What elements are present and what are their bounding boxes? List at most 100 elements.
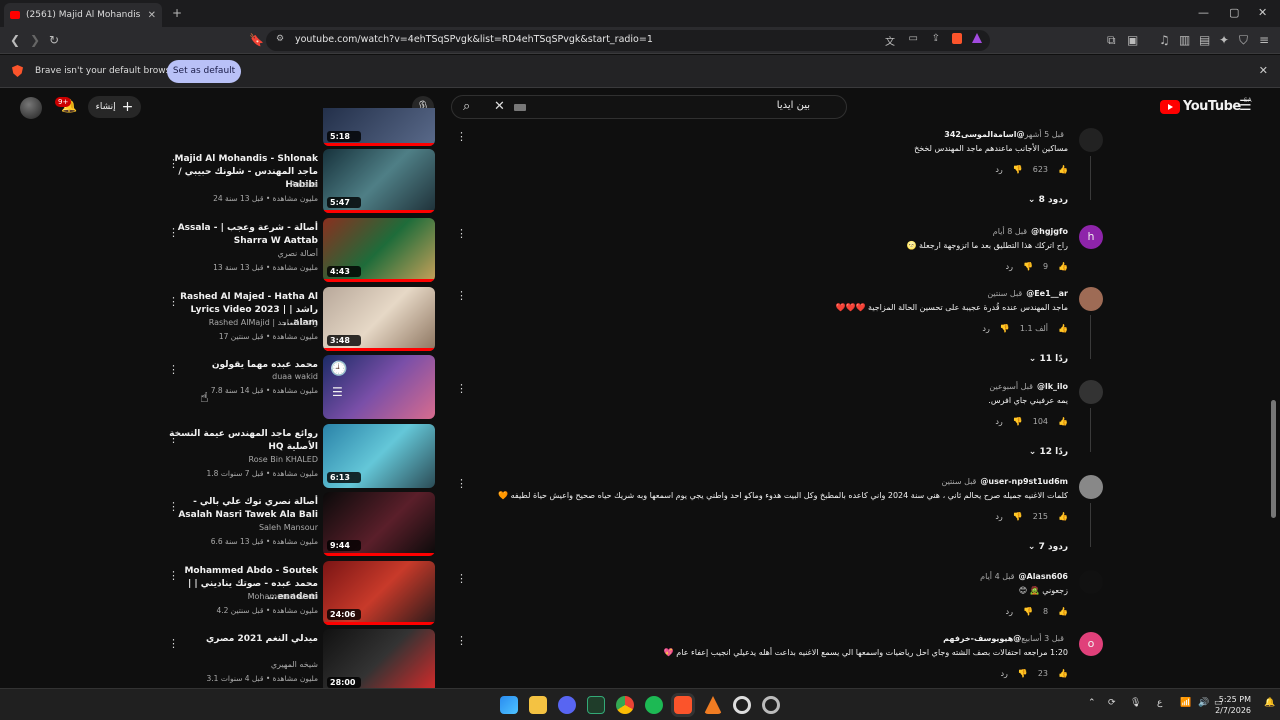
- more-actions-icon[interactable]: ⋮: [168, 500, 179, 513]
- up-next-item[interactable]: 🕘 ☰ محمد عبده مهما يقولون duaa wakid 7.8 ملي…: [160, 355, 440, 419]
- tray-overflow-icon[interactable]: ⌃: [1088, 698, 1096, 708]
- search-box[interactable]: ⌕ ✕: [451, 95, 847, 119]
- split-view-icon[interactable]: ▥: [1179, 33, 1190, 47]
- brave-rewards-icon[interactable]: [972, 33, 982, 43]
- wifi-icon[interactable]: 📶: [1180, 698, 1191, 708]
- forward-icon[interactable]: ❯: [30, 33, 40, 47]
- new-tab-icon[interactable]: +: [172, 6, 182, 20]
- channel-name[interactable]: Rotana: [290, 180, 318, 189]
- comment-author[interactable]: @اسامةالموسى342: [944, 130, 1024, 139]
- dislike-icon[interactable]: 👎: [1013, 417, 1023, 426]
- account-avatar[interactable]: [20, 97, 42, 119]
- search-icon[interactable]: ⌕: [463, 99, 470, 114]
- view-replies-button[interactable]: ⌄ 11 ردًا: [1029, 354, 1068, 364]
- like-icon[interactable]: 👍: [1058, 512, 1068, 521]
- comment-author[interactable]: @Ee1__ar: [1026, 289, 1068, 298]
- brave-taskbar-icon[interactable]: [674, 696, 692, 714]
- comment-time[interactable]: قبل 5 أشهر: [1024, 130, 1064, 139]
- bookmark-icon[interactable]: 🔖: [249, 33, 264, 47]
- chrome-icon[interactable]: [616, 696, 634, 714]
- comment-author[interactable]: @هيويوسف-خرفهم: [943, 634, 1021, 643]
- discord-icon[interactable]: [558, 696, 576, 714]
- page-scrollbar[interactable]: [1271, 400, 1276, 518]
- search-input[interactable]: [610, 100, 810, 111]
- translate-icon[interactable]: 文: [885, 33, 895, 48]
- more-actions-icon[interactable]: ⋮: [168, 295, 179, 308]
- reply-button[interactable]: رد: [1000, 669, 1007, 678]
- keyboard-icon[interactable]: [514, 104, 526, 111]
- view-replies-button[interactable]: ⌄ 12 ردًا: [1029, 447, 1068, 457]
- video-title[interactable]: أصالة - شرعة وعجب | - Assala Sharra W Aa…: [168, 222, 318, 248]
- file-explorer-icon[interactable]: [529, 696, 547, 714]
- commenter-avatar[interactable]: [1079, 475, 1103, 499]
- comment-author[interactable]: @Alasn606: [1019, 572, 1069, 581]
- reply-button[interactable]: رد: [982, 324, 989, 333]
- channel-name[interactable]: Mohammed Abdo: [248, 592, 318, 601]
- commenter-avatar[interactable]: [1079, 570, 1103, 594]
- create-button[interactable]: إنشاء +: [88, 96, 141, 118]
- terminal-icon[interactable]: [587, 696, 605, 714]
- comment-actions-icon[interactable]: ⋮: [456, 634, 467, 647]
- like-icon[interactable]: 👍: [1058, 324, 1068, 333]
- notification-center-icon[interactable]: 🔔: [1264, 698, 1275, 708]
- like-icon[interactable]: 👍: [1058, 607, 1068, 616]
- steam-icon[interactable]: [762, 696, 780, 714]
- comment-author[interactable]: @user-np9st1ud6m: [980, 477, 1068, 486]
- dislike-icon[interactable]: 👎: [1023, 262, 1033, 271]
- tray-mic-icon[interactable]: 🎙: [1130, 698, 1141, 708]
- comment-time[interactable]: قبل أسبوعين: [989, 382, 1033, 391]
- view-replies-button[interactable]: ⌄ 7 ردود: [1028, 542, 1068, 552]
- site-info-icon[interactable]: ⚙: [276, 34, 284, 44]
- dislike-icon[interactable]: 👎: [1018, 669, 1028, 678]
- keyboard-language[interactable]: ع: [1157, 698, 1162, 708]
- channel-name[interactable]: أصالة نصري: [277, 249, 318, 258]
- dislike-icon[interactable]: 👎: [1000, 324, 1010, 333]
- dislike-icon[interactable]: 👎: [1023, 607, 1033, 616]
- clear-search-icon[interactable]: ✕: [494, 99, 505, 114]
- up-next-item[interactable]: 9:44 أصالة نصري توك علي بالي - Asalah Nas…: [160, 492, 440, 556]
- tab-youtube[interactable]: (2561) Majid Al Mohandis Ben Ie ✕: [4, 3, 162, 27]
- commenter-avatar[interactable]: [1079, 128, 1103, 152]
- reply-button[interactable]: رد: [995, 512, 1002, 521]
- commenter-avatar[interactable]: h: [1079, 225, 1103, 249]
- brave-shields-icon[interactable]: [952, 33, 962, 44]
- youtube-logo[interactable]: YouTube SA: [1160, 97, 1252, 114]
- up-next-item[interactable]: 28:00 ميدلي النغم 2021 مصري شيخه المهيري 3.…: [160, 629, 440, 693]
- back-icon[interactable]: ❮: [10, 33, 20, 47]
- obs-icon[interactable]: [733, 696, 751, 714]
- reply-button[interactable]: رد: [995, 165, 1002, 174]
- more-actions-icon[interactable]: ⋮: [168, 363, 179, 376]
- comment-actions-icon[interactable]: ⋮: [456, 382, 467, 395]
- more-actions-icon[interactable]: ⋮: [168, 157, 179, 170]
- set-default-button[interactable]: Set as default: [167, 60, 241, 83]
- comment-actions-icon[interactable]: ⋮: [456, 227, 467, 240]
- reload-icon[interactable]: ↻: [49, 33, 59, 47]
- cast-icon[interactable]: ▭: [909, 33, 918, 44]
- reply-button[interactable]: رد: [1006, 607, 1013, 616]
- more-actions-icon[interactable]: ⋮: [168, 226, 179, 239]
- reply-button[interactable]: رد: [1006, 262, 1013, 271]
- comment-time[interactable]: قبل سنتين: [987, 289, 1022, 298]
- close-tab-icon[interactable]: ✕: [148, 10, 156, 21]
- maximize-icon[interactable]: ▢: [1229, 6, 1239, 19]
- tray-app-icon[interactable]: ⟳: [1108, 698, 1116, 708]
- comment-author[interactable]: @lk_ilo: [1037, 382, 1068, 391]
- video-title[interactable]: أصالة نصري توك علي بالي - Asalah Nasri T…: [168, 496, 318, 522]
- comment-time[interactable]: قبل 8 أيام: [993, 227, 1027, 236]
- browser-menu-icon[interactable]: ≡: [1259, 33, 1269, 47]
- channel-name[interactable]: Rose Bin KHALED: [249, 455, 318, 464]
- sidebar-panel-icon[interactable]: ▣: [1127, 33, 1138, 47]
- comment-time[interactable]: قبل 4 أيام: [980, 572, 1014, 581]
- reply-button[interactable]: رد: [995, 417, 1002, 426]
- close-infobar-icon[interactable]: ✕: [1259, 64, 1268, 77]
- up-next-item[interactable]: 3:48 Rashed Al Majed - Hatha Al راشد | Ly…: [160, 287, 440, 351]
- up-next-item[interactable]: 5:47 Majid Al Mohandis - Shlonak ماجد الم…: [160, 149, 440, 213]
- comment-actions-icon[interactable]: ⋮: [456, 572, 467, 585]
- up-next-item[interactable]: 6:13 روائع ماجد المهندس عيمة النسخة الأصل…: [160, 424, 440, 488]
- channel-name[interactable]: شيخه المهيري: [271, 660, 318, 669]
- like-icon[interactable]: 👍: [1058, 669, 1068, 678]
- up-next-item[interactable]: 4:43 أصالة - شرعة وعجب | - Assala Sharra …: [160, 218, 440, 282]
- comment-actions-icon[interactable]: ⋮: [456, 130, 467, 143]
- more-actions-icon[interactable]: ⋮: [168, 637, 179, 650]
- like-icon[interactable]: 👍: [1058, 417, 1068, 426]
